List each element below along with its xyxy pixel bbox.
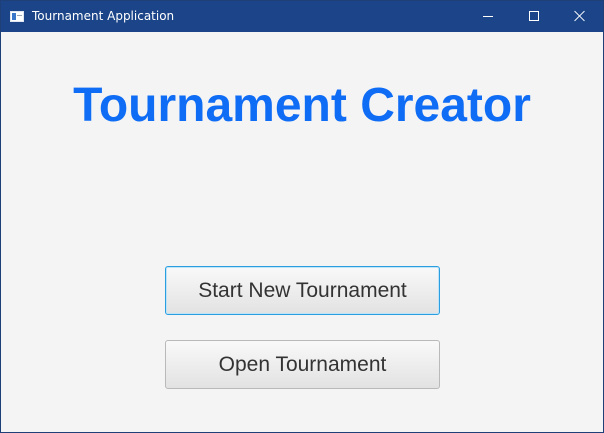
minimize-button[interactable] bbox=[465, 1, 511, 32]
maximize-icon bbox=[529, 11, 539, 21]
start-new-tournament-button[interactable]: Start New Tournament bbox=[165, 266, 440, 315]
page-title: Tournament Creator bbox=[73, 79, 531, 132]
title-bar[interactable]: Tournament Application bbox=[1, 1, 603, 32]
minimize-icon bbox=[483, 16, 493, 17]
main-content: Tournament Creator Start New Tournament … bbox=[1, 32, 603, 432]
close-icon bbox=[574, 10, 586, 22]
close-button[interactable] bbox=[557, 1, 603, 32]
app-window: Tournament Application Tournament Creato… bbox=[0, 0, 604, 433]
window-title: Tournament Application bbox=[32, 9, 175, 23]
app-window-icon bbox=[10, 11, 24, 22]
open-tournament-button[interactable]: Open Tournament bbox=[165, 340, 440, 389]
maximize-button[interactable] bbox=[511, 1, 557, 32]
